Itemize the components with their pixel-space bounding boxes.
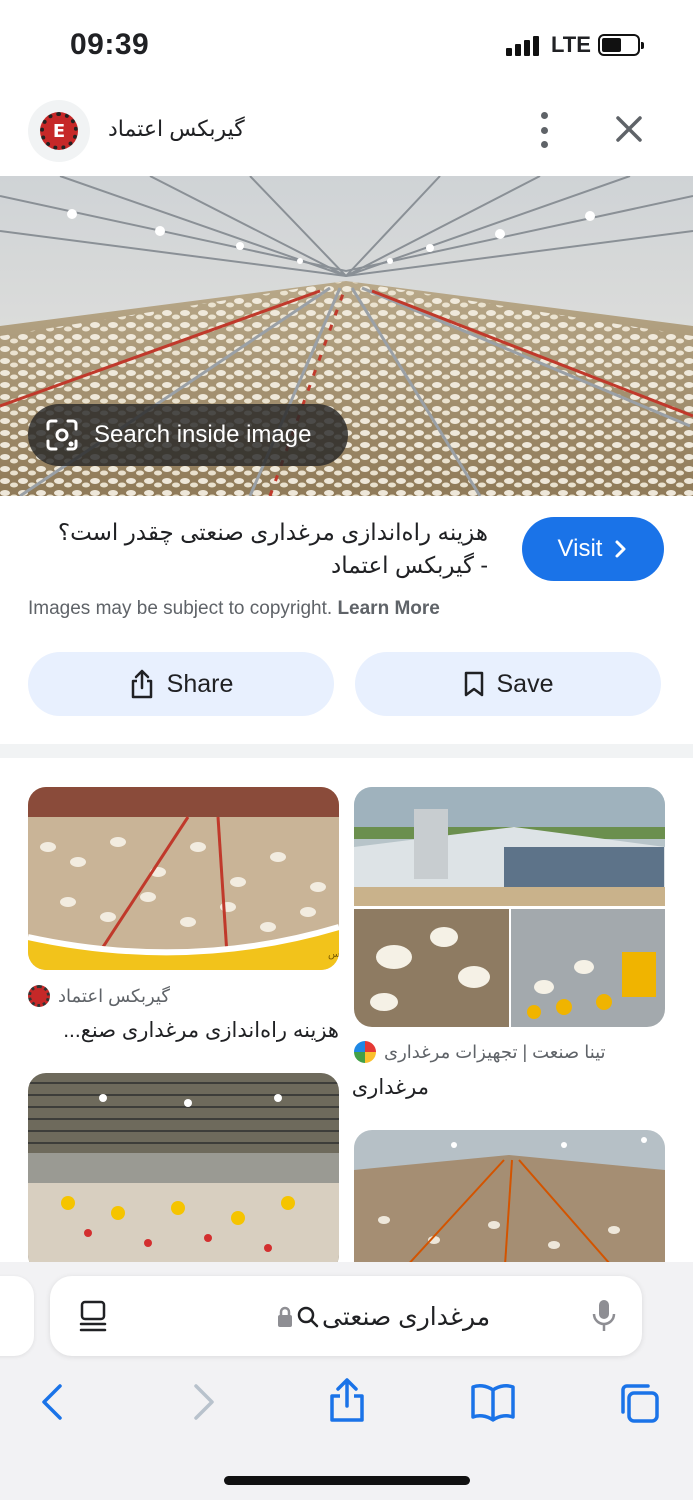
result-title-line-1: هزینه راه‌اندازی مرغداری صنعتی چقدر است؟: [57, 519, 488, 545]
share-icon: [131, 669, 152, 699]
status-bar: 09:39 LTE: [0, 0, 693, 92]
tabs-icon[interactable]: [618, 1382, 660, 1424]
reader-mode-icon[interactable]: [78, 1300, 108, 1332]
site-name[interactable]: گیربکس اعتماد: [108, 116, 245, 142]
share-button[interactable]: Share: [28, 652, 334, 716]
forward-icon[interactable]: [182, 1382, 222, 1422]
hero-image[interactable]: Search inside image: [0, 176, 693, 496]
previous-tab-pill[interactable]: [0, 1276, 34, 1356]
home-indicator: [224, 1476, 470, 1485]
save-button[interactable]: Save: [355, 652, 661, 716]
related-source-1-label: گیربکس اعتماد: [58, 985, 170, 1006]
source-logo-icon: [28, 985, 50, 1007]
site-logo[interactable]: E: [28, 100, 90, 162]
more-vert-icon[interactable]: [530, 112, 558, 148]
lens-label: Search inside image: [94, 421, 312, 448]
search-icon: [297, 1306, 319, 1328]
result-title-line-2: - گیربکس اعتماد: [330, 552, 488, 578]
mic-icon[interactable]: [590, 1298, 618, 1334]
address-bar[interactable]: مرغداری صنعتی: [50, 1276, 642, 1356]
related-image-4[interactable]: [354, 1130, 665, 1280]
result-title[interactable]: هزینه راه‌اندازی مرغداری صنعتی چقدر است؟…: [28, 516, 498, 582]
learn-more-link[interactable]: Learn More: [337, 598, 439, 619]
status-time: 09:39: [70, 28, 150, 61]
signal-icon: [506, 36, 539, 56]
share-label: Share: [166, 669, 234, 698]
search-inside-image-button[interactable]: Search inside image: [28, 404, 348, 466]
visit-label: Visit: [557, 535, 603, 562]
related-source-1[interactable]: گیربکس اعتماد: [28, 985, 339, 1007]
related-title-1[interactable]: هزینه راه‌اندازی مرغداری صنع...: [28, 1018, 339, 1043]
network-label: LTE: [551, 32, 591, 57]
battery-icon: [598, 34, 644, 56]
back-icon[interactable]: [34, 1382, 74, 1422]
visit-button[interactable]: Visit: [522, 517, 664, 581]
share-icon[interactable]: [326, 1376, 368, 1424]
bookmarks-icon[interactable]: [470, 1382, 516, 1422]
save-label: Save: [496, 669, 554, 698]
lock-icon: [278, 1306, 292, 1327]
copyright-text: Images may be subject to copyright.: [28, 598, 333, 619]
bookmark-icon: [464, 671, 483, 697]
related-source-2[interactable]: تینا صنعت | تجهیزات مرغداری: [354, 1041, 610, 1063]
related-source-2-label: تینا صنعت | تجهیزات مرغداری: [384, 1041, 606, 1062]
related-image-3[interactable]: [28, 1073, 339, 1273]
section-divider: [0, 744, 693, 758]
result-header: E گیربکس اعتماد: [0, 96, 693, 166]
browser-toolbar: مرغداری صنعتی: [0, 1262, 693, 1500]
url-query: مرغداری صنعتی: [322, 1303, 491, 1331]
url-display[interactable]: مرغداری صنعتی: [276, 1302, 490, 1332]
card-overlay-text: مرجع مقالات گیربوکس: [328, 948, 339, 960]
copyright-notice: Images may be subject to copyright. Lear…: [28, 598, 440, 620]
source-logo-icon: [354, 1041, 376, 1063]
close-icon[interactable]: [610, 110, 648, 148]
related-image-2[interactable]: [354, 787, 665, 1027]
related-image-1[interactable]: مرجع مقالات گیربوکس: [28, 787, 339, 970]
lens-icon: [46, 419, 78, 451]
chevron-right-icon: [615, 540, 626, 558]
related-title-2[interactable]: مرغداری: [352, 1075, 429, 1100]
